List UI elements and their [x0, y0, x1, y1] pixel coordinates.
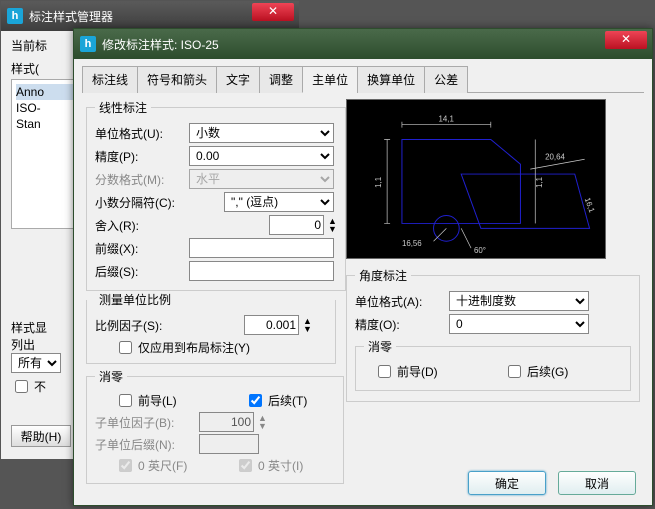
angle-zero-legend: 消零: [364, 338, 396, 355]
tab-lines[interactable]: 标注线: [82, 66, 138, 93]
fraction-format-select: 水平: [189, 169, 334, 189]
trailing-checkbox[interactable]: [249, 394, 262, 407]
preview-pane: 14,1 1,1 1,1 16,1 20,64 16,56 60°: [346, 99, 606, 259]
not-checkbox[interactable]: [15, 380, 28, 393]
front-title: 修改标注样式: ISO-25: [102, 36, 646, 53]
angle-group: 角度标注 单位格式(A): 十进制度数 精度(O): 0 消零 前导(D) 后续…: [346, 267, 640, 402]
precision-label: 精度(P):: [95, 148, 185, 165]
sub-factor-label: 子单位因子(B):: [95, 414, 195, 431]
front-close-button[interactable]: ✕: [605, 31, 647, 49]
linear-legend: 线性标注: [95, 99, 151, 116]
angle-unit-select[interactable]: 十进制度数: [449, 291, 589, 311]
angle-prec-label: 精度(O):: [355, 316, 445, 333]
app-icon: h: [7, 8, 23, 24]
round-input[interactable]: [269, 215, 324, 235]
scale-factor-label: 比例因子(S):: [95, 317, 195, 334]
scale-factor-input[interactable]: [244, 315, 299, 335]
tab-tolerance[interactable]: 公差: [424, 66, 468, 93]
zero-suppress-group: 消零 前导(L) 后续(T) 子单位因子(B): ▲▼ 子单位后缀(N): 0 …: [86, 368, 344, 484]
cancel-button[interactable]: 取消: [558, 471, 636, 495]
scale-legend: 测量单位比例: [95, 291, 175, 308]
prefix-input[interactable]: [189, 238, 334, 258]
sub-suffix-label: 子单位后缀(N):: [95, 436, 195, 453]
ok-button[interactable]: 确定: [468, 471, 546, 495]
leading-checkbox[interactable]: [119, 394, 132, 407]
back-close-button[interactable]: ✕: [252, 3, 294, 21]
angle-trailing-checkbox[interactable]: [508, 365, 521, 378]
precision-select[interactable]: 0.00: [189, 146, 334, 166]
zero-legend: 消零: [95, 368, 127, 385]
svg-text:14,1: 14,1: [438, 115, 453, 124]
round-label: 舍入(R):: [95, 217, 185, 234]
scale-group: 测量单位比例 比例因子(S): ▲▼ 仅应用到布局标注(Y): [86, 291, 336, 364]
sub-suffix-input: [199, 434, 259, 454]
unit-format-select[interactable]: 小数: [189, 123, 334, 143]
svg-text:60°: 60°: [474, 246, 486, 255]
tab-fit[interactable]: 调整: [259, 66, 303, 93]
layout-only-checkbox[interactable]: [119, 341, 132, 354]
fraction-format-label: 分数格式(M):: [95, 171, 185, 188]
prefix-label: 前缀(X):: [95, 240, 185, 257]
angle-unit-label: 单位格式(A):: [355, 293, 445, 310]
svg-text:1,1: 1,1: [535, 177, 544, 188]
help-button[interactable]: 帮助(H): [11, 425, 71, 447]
svg-text:1,1: 1,1: [374, 177, 383, 188]
list-filter-select[interactable]: 所有: [11, 353, 61, 373]
app-icon: h: [80, 36, 96, 52]
suffix-label: 后缀(S):: [95, 263, 185, 280]
sub-factor-input: [199, 412, 254, 432]
svg-text:16,56: 16,56: [402, 239, 422, 248]
inch-checkbox: [239, 459, 252, 472]
front-titlebar[interactable]: h 修改标注样式: ISO-25 ✕: [74, 29, 652, 59]
back-titlebar[interactable]: h 标注样式管理器 ✕: [1, 1, 299, 31]
feet-checkbox: [119, 459, 132, 472]
angle-prec-select[interactable]: 0: [449, 314, 589, 334]
angle-zero-group: 消零 前导(D) 后续(G): [355, 338, 631, 391]
angle-leading-checkbox[interactable]: [378, 365, 391, 378]
decimal-sep-label: 小数分隔符(C):: [95, 194, 185, 211]
tab-bar: 标注线 符号和箭头 文字 调整 主单位 换算单位 公差: [82, 65, 644, 93]
tab-primary-units[interactable]: 主单位: [302, 66, 358, 93]
tab-text[interactable]: 文字: [216, 66, 260, 93]
linear-group: 线性标注 单位格式(U): 小数 精度(P): 0.00 分数格式(M): 水平…: [86, 99, 346, 291]
unit-format-label: 单位格式(U):: [95, 125, 185, 142]
suffix-input[interactable]: [189, 261, 334, 281]
angle-legend: 角度标注: [355, 267, 411, 284]
svg-text:20,64: 20,64: [545, 152, 565, 161]
modify-dim-style-dialog: h 修改标注样式: ISO-25 ✕ 标注线 符号和箭头 文字 调整 主单位 换…: [73, 28, 653, 506]
tab-alt-units[interactable]: 换算单位: [357, 66, 425, 93]
tab-symbols[interactable]: 符号和箭头: [137, 66, 217, 93]
decimal-sep-select[interactable]: "," (逗点): [224, 192, 334, 212]
